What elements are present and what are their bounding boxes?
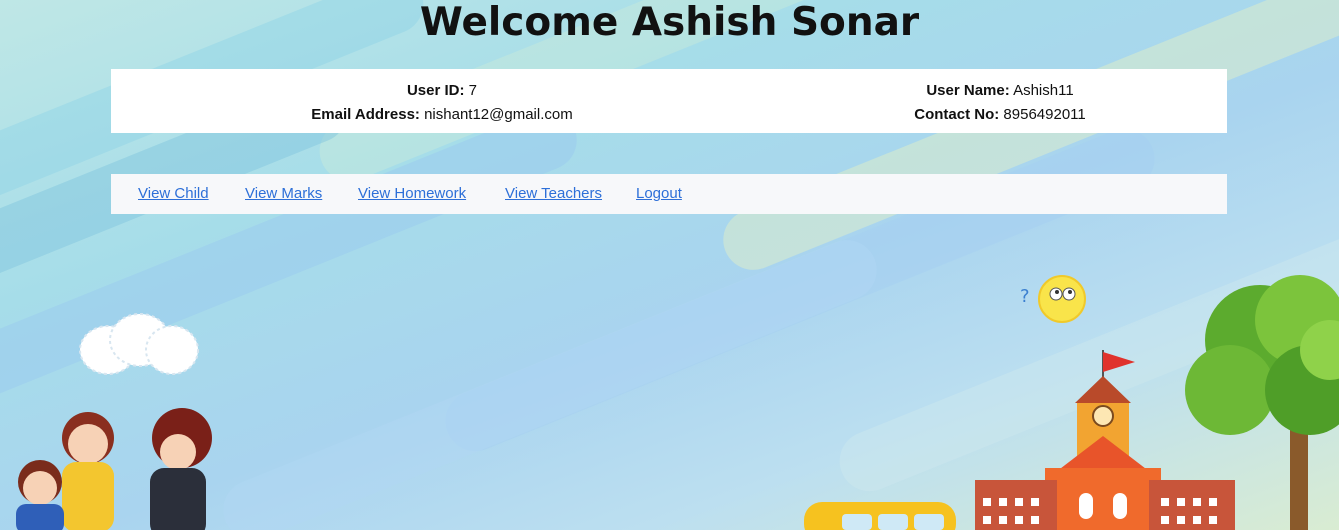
nav-link-view-child[interactable]: View Child	[138, 185, 209, 202]
user-name-value: Ashish11	[1013, 82, 1074, 99]
user-info-right-column: User Name: Ashish11 Contact No: 89564920…	[773, 79, 1227, 127]
nav-link-view-homework[interactable]: View Homework	[358, 185, 466, 202]
page-title: Welcome Ashish Sonar	[419, 0, 920, 45]
navigation-bar: View Child View Marks View Homework View…	[111, 174, 1227, 214]
user-name-row: User Name: Ashish11	[773, 79, 1227, 103]
svg-text:?: ?	[1020, 286, 1030, 307]
nav-link-view-teachers[interactable]: View Teachers	[505, 185, 602, 202]
contact-value: 8956492011	[1003, 106, 1086, 123]
nav-link-view-marks[interactable]: View Marks	[245, 185, 322, 202]
cloud-illustration	[79, 313, 199, 375]
email-row: Email Address: nishant12@gmail.com	[111, 103, 773, 127]
user-id-label: User ID:	[406, 82, 465, 99]
user-id-value: 7	[468, 82, 478, 99]
contact-label: Contact No:	[914, 106, 1000, 123]
user-id-row: User ID: 7	[111, 79, 773, 103]
user-info-left-column: User ID: 7 Email Address: nishant12@gmai…	[111, 79, 773, 127]
parent-children-illustration	[16, 408, 212, 530]
school-building-illustration	[975, 350, 1235, 530]
nav-link-logout[interactable]: Logout	[636, 185, 682, 202]
school-bus-illustration	[804, 502, 956, 530]
emoji-sun-illustration: ?	[1020, 275, 1086, 323]
user-info-card: User ID: 7 Email Address: nishant12@gmai…	[111, 69, 1227, 133]
contact-row: Contact No: 8956492011	[773, 103, 1227, 127]
email-label: Email Address:	[311, 106, 420, 123]
email-value: nishant12@gmail.com	[424, 106, 573, 123]
user-name-label: User Name:	[926, 82, 1010, 99]
